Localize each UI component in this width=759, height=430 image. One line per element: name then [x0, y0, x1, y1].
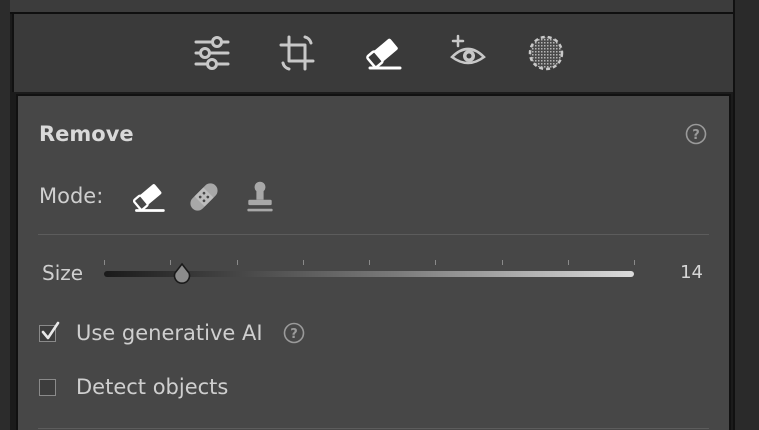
sliders-icon [194, 36, 230, 70]
remove-panel: Remove ? Mode: Size 14 Use generative AI… [16, 94, 731, 430]
size-slider[interactable] [104, 260, 635, 284]
eraser-icon [366, 38, 402, 70]
slider-tick [435, 260, 436, 265]
crop-icon [279, 35, 315, 71]
bandage-icon [190, 183, 218, 211]
mode-heal-button[interactable] [185, 178, 223, 216]
generative-ai-option[interactable]: Use generative AI ? [39, 321, 305, 345]
masking-tool-button[interactable] [524, 32, 568, 74]
slider-tick [369, 260, 370, 265]
help-icon[interactable]: ? [283, 322, 305, 344]
eraser-icon [132, 184, 165, 212]
section-divider [38, 234, 709, 235]
mode-remove-button[interactable] [130, 178, 168, 216]
crop-tool-button[interactable] [275, 32, 319, 74]
remove-tool-button[interactable] [362, 32, 406, 74]
edit-tool-strip [12, 14, 735, 92]
detect-objects-option[interactable]: Detect objects [39, 375, 228, 399]
svg-text:?: ? [692, 128, 700, 143]
slider-tick [502, 260, 503, 265]
slider-tick [170, 260, 171, 265]
size-label: Size [42, 261, 84, 285]
right-scrollbar[interactable] [733, 0, 759, 430]
slider-tick [568, 260, 569, 265]
left-edge [0, 0, 10, 430]
stamp-icon [247, 181, 273, 212]
slider-thumb[interactable] [171, 262, 193, 284]
svg-text:?: ? [290, 327, 298, 342]
size-value[interactable]: 14 [680, 262, 703, 283]
edit-tool-button[interactable] [190, 32, 234, 74]
mask-icon [528, 35, 564, 71]
generative-ai-label[interactable]: Use generative AI [76, 321, 263, 345]
detect-objects-label[interactable]: Detect objects [76, 375, 228, 399]
slider-tick [104, 260, 105, 265]
panel-title: Remove [39, 122, 134, 146]
detect-objects-checkbox[interactable] [39, 378, 56, 396]
help-icon[interactable]: ? [685, 123, 707, 145]
redeye-icon [450, 34, 486, 65]
section-divider [38, 428, 709, 429]
slider-tick [634, 260, 635, 265]
top-panel-strip [10, 0, 735, 14]
mode-label: Mode: [39, 184, 104, 208]
slider-tick [303, 260, 304, 265]
slider-tick [237, 260, 238, 265]
generative-ai-checkbox[interactable] [39, 321, 60, 342]
mode-clone-button[interactable] [241, 178, 279, 216]
redeye-tool-button[interactable] [446, 32, 490, 74]
checkmark-icon [41, 321, 60, 339]
